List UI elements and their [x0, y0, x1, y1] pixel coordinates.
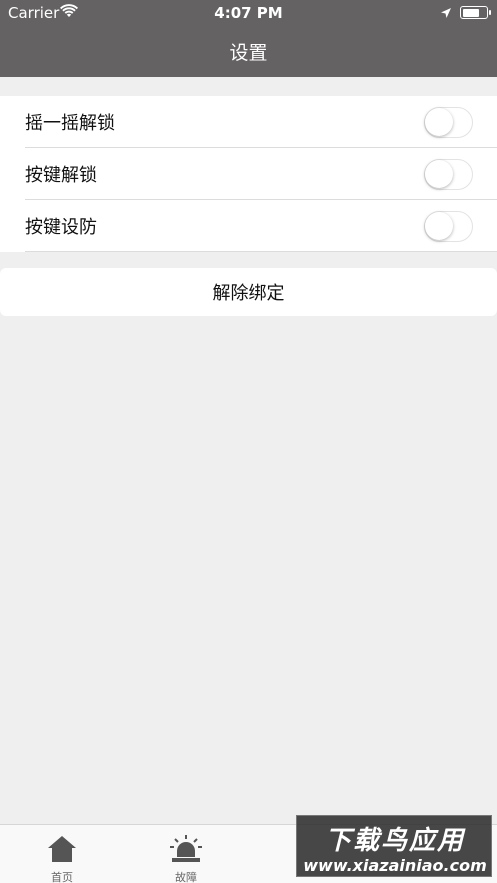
- watermark-logo: 下载鸟应用 www.xiazainiao.com: [296, 815, 492, 877]
- setting-label: 摇一摇解锁: [25, 113, 115, 134]
- setting-label: 按键解锁: [25, 165, 97, 186]
- setting-label: 按键设防: [25, 217, 97, 238]
- row-divider: [25, 251, 497, 252]
- toggle-knob: [425, 108, 453, 136]
- navigation-bar: Carrier 4:07 PM 设置: [0, 0, 497, 77]
- status-bar: Carrier 4:07 PM: [0, 0, 497, 26]
- toggle-knob: [425, 212, 453, 240]
- setting-row-shake-unlock: 摇一摇解锁: [0, 96, 497, 148]
- tab-fault[interactable]: 故障: [156, 835, 216, 883]
- home-icon: [47, 835, 77, 867]
- key-unlock-toggle[interactable]: [424, 159, 473, 190]
- tab-fault-label: 故障: [175, 871, 197, 883]
- tab-home[interactable]: 首页: [32, 835, 92, 883]
- watermark-logo-text: 下载鸟应用: [324, 826, 465, 856]
- battery-icon: [460, 6, 491, 19]
- unbind-button[interactable]: 解除绑定: [0, 268, 497, 316]
- tab-home-label: 首页: [51, 871, 73, 883]
- toggle-knob: [425, 160, 453, 188]
- page-title: 设置: [229, 42, 268, 64]
- settings-list: 摇一摇解锁 按键解锁 按键设防: [0, 96, 497, 252]
- key-arm-toggle[interactable]: [424, 211, 473, 242]
- watermark-url: www.xiazainiao.com: [303, 856, 487, 875]
- status-time: 4:07 PM: [214, 4, 283, 22]
- setting-row-key-arm: 按键设防: [0, 200, 497, 252]
- setting-row-key-unlock: 按键解锁: [0, 148, 497, 200]
- location-arrow-icon: [440, 5, 452, 23]
- alarm-icon: [169, 835, 203, 867]
- shake-unlock-toggle[interactable]: [424, 107, 473, 138]
